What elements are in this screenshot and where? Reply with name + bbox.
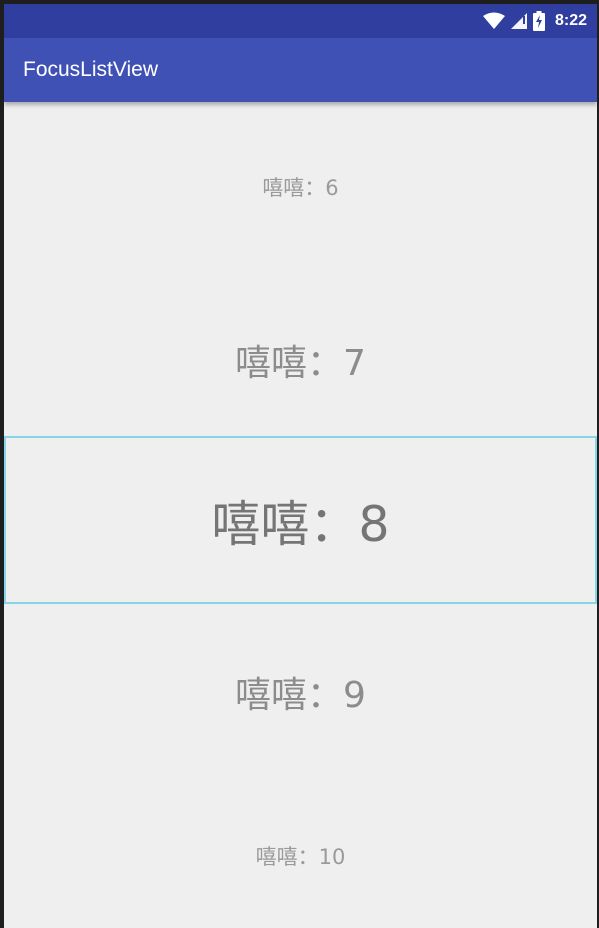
list-item[interactable]: 嘻嘻：10 [4,816,597,896]
status-bar: 8:22 [4,4,597,38]
device-frame: 8:22 FocusListView 嘻嘻：6 嘻嘻：7 嘻嘻：8 嘻嘻：9 嘻… [0,0,599,928]
status-icons: 8:22 [482,4,587,38]
focus-list[interactable]: 嘻嘻：6 嘻嘻：7 嘻嘻：8 嘻嘻：9 嘻嘻：10 [4,102,597,928]
list-item-label: 嘻嘻：9 [235,675,366,716]
list-item[interactable]: 嘻嘻：6 [4,142,597,232]
list-item-label: 嘻嘻：8 [211,495,390,553]
cell-signal-icon [510,12,527,30]
list-item-label: 嘻嘻：7 [235,342,366,384]
status-time: 8:22 [554,12,587,29]
focused-list-item[interactable]: 嘻嘻：8 [4,436,597,604]
list-item-label: 嘻嘻：10 [255,845,346,869]
app-bar: FocusListView [4,38,597,102]
list-item[interactable]: 嘻嘻：7 [4,292,597,427]
app-screen: 8:22 FocusListView 嘻嘻：6 嘻嘻：7 嘻嘻：8 嘻嘻：9 嘻… [4,4,597,928]
app-title: FocusListView [23,58,159,81]
list-item-label: 嘻嘻：6 [262,176,339,200]
wifi-icon [482,12,505,30]
battery-charging-icon [532,11,545,31]
list-item[interactable]: 嘻嘻：9 [4,627,597,757]
